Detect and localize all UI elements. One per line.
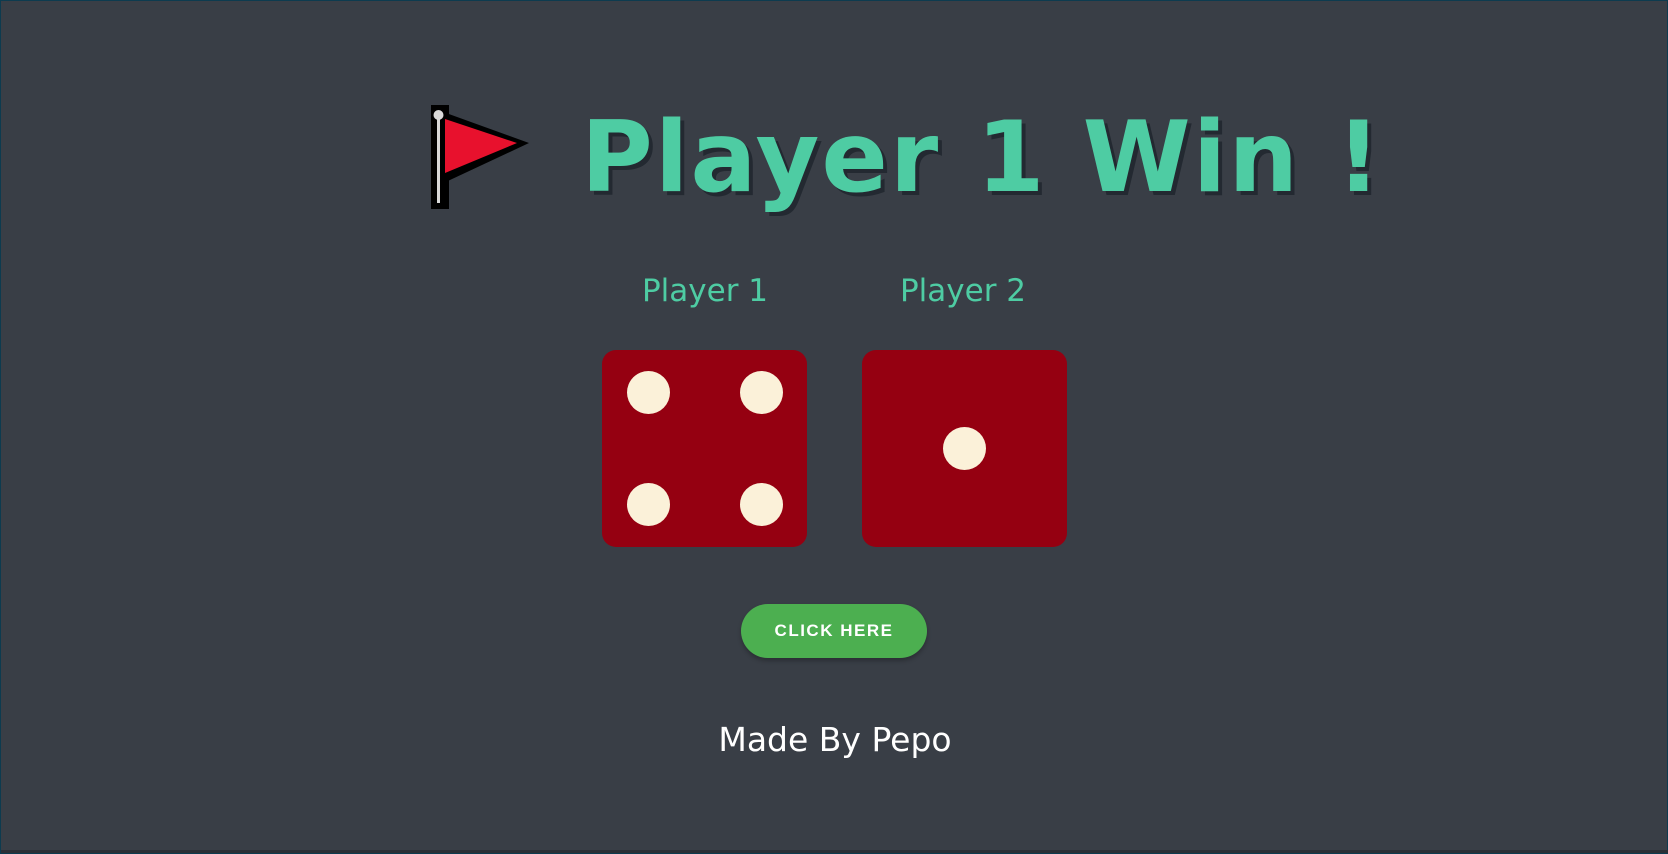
die-pip: [740, 371, 783, 414]
click-here-button[interactable]: CLICK HERE: [741, 604, 927, 658]
die-pip: [627, 371, 670, 414]
player-1-label: Player 1: [641, 273, 769, 309]
footer-credit: Made By Pepo: [718, 720, 952, 759]
player-1-die: [602, 350, 807, 547]
die-pip: [627, 483, 670, 526]
player-2-label: Player 2: [899, 273, 1027, 309]
red-flag-icon: [431, 105, 529, 209]
die-pip: [740, 483, 783, 526]
die-pip: [943, 427, 986, 470]
page-title: Player 1 Win !: [581, 101, 1383, 215]
bottom-edge: [1, 850, 1668, 853]
title-row: Player 1 Win !: [1, 93, 1668, 223]
player-2-die: [862, 350, 1067, 547]
